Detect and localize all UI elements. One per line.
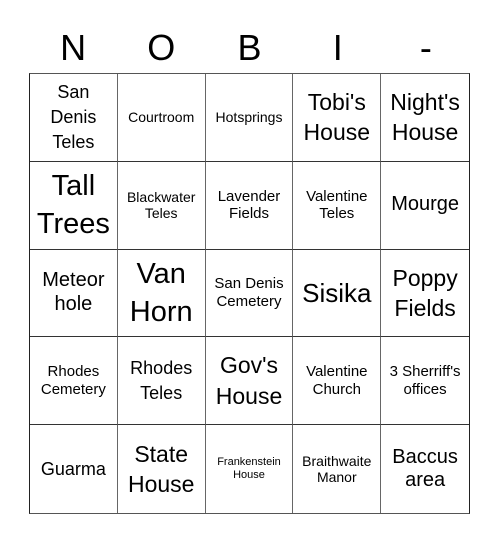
- bingo-cell-label: Blackwater Teles: [126, 188, 196, 222]
- bingo-cell[interactable]: Hotsprings: [205, 74, 294, 162]
- bingo-card-grid: San Denis Teles Courtroom Hotsprings Tobi's…: [29, 73, 470, 514]
- bingo-header: N O B I -: [29, 24, 470, 72]
- bingo-cell[interactable]: Frankenstein House: [206, 425, 294, 513]
- bingo-cell-label: Braithwaite Manor: [302, 452, 372, 486]
- bingo-cell-label: Poppy Fields: [392, 264, 458, 321]
- bingo-cell[interactable]: Blackwater Teles: [117, 161, 206, 250]
- bingo-cell-label: Mourge: [391, 193, 459, 216]
- bingo-cell-label: Valentine Teles: [306, 187, 368, 223]
- bingo-cell[interactable]: Courtroom: [117, 74, 206, 162]
- bingo-cell-label: Sisika: [302, 277, 372, 308]
- bingo-cell[interactable]: Rhodes Cemetery: [30, 337, 118, 426]
- bingo-cell[interactable]: Sisika: [293, 249, 382, 338]
- header-letter-3: B: [237, 27, 262, 68]
- header-letter-4: I: [332, 27, 343, 68]
- bingo-cell-label: Tobi's House: [303, 89, 371, 146]
- bingo-cell[interactable]: Valentine Church: [293, 337, 382, 426]
- bingo-cell-label: Guarma: [40, 458, 106, 479]
- bingo-cell[interactable]: Meteor hole: [30, 249, 118, 338]
- bingo-cell[interactable]: State House: [118, 425, 206, 513]
- bingo-cell-label: Van Horn: [129, 257, 193, 328]
- bingo-cell-label: Meteor hole: [42, 269, 105, 315]
- bingo-cell-label: Hotsprings: [215, 109, 283, 126]
- bingo-cell[interactable]: San Denis Cemetery: [205, 249, 294, 338]
- bingo-cell[interactable]: Tobi's House: [293, 74, 382, 162]
- bingo-cell[interactable]: Poppy Fields: [381, 250, 469, 338]
- bingo-cell-label: Night's House: [390, 89, 460, 146]
- bingo-cell-label: Tall Trees: [36, 169, 110, 241]
- bingo-cell-label: 3 Sherriff's offices: [389, 363, 461, 398]
- bingo-cell[interactable]: Lavender Fields: [205, 161, 294, 250]
- bingo-cell-label: Lavender Fields: [217, 187, 281, 223]
- bingo-cell[interactable]: Van Horn: [117, 249, 206, 338]
- bingo-cell[interactable]: 3 Sherriff's offices: [381, 337, 469, 426]
- bingo-cell-label: Frankenstein House: [217, 456, 281, 482]
- bingo-cell-label: Rhodes Teles: [130, 357, 193, 403]
- bingo-cell[interactable]: Tall Trees: [30, 161, 118, 250]
- header-letter-2: O: [147, 27, 176, 68]
- bingo-cell[interactable]: Mourge: [381, 162, 469, 250]
- bingo-cell[interactable]: Baccus area: [381, 425, 469, 513]
- bingo-cell[interactable]: Valentine Teles: [293, 161, 382, 250]
- bingo-cell-label: Courtroom: [128, 109, 195, 126]
- bingo-cell-label: Rhodes Cemetery: [40, 363, 106, 398]
- bingo-cell-label: Baccus area: [392, 445, 458, 492]
- header-letter-1: N: [60, 27, 87, 68]
- bingo-cell[interactable]: Guarma: [30, 425, 118, 513]
- bingo-cell[interactable]: Night's House: [381, 74, 469, 162]
- bingo-cell[interactable]: Braithwaite Manor: [293, 425, 382, 513]
- bingo-cell-label: Gov's House: [215, 352, 283, 409]
- bingo-cell-label: San Denis Teles: [50, 81, 97, 152]
- bingo-cell[interactable]: Gov's House: [205, 337, 294, 426]
- bingo-cell[interactable]: Rhodes Teles: [117, 337, 206, 426]
- bingo-cell[interactable]: San Denis Teles: [30, 74, 118, 162]
- bingo-cell-label: Valentine Church: [306, 363, 368, 398]
- bingo-cell-label: San Denis Cemetery: [214, 275, 284, 310]
- bingo-cell-label: State House: [127, 440, 195, 498]
- header-letter-5: -: [419, 27, 432, 68]
